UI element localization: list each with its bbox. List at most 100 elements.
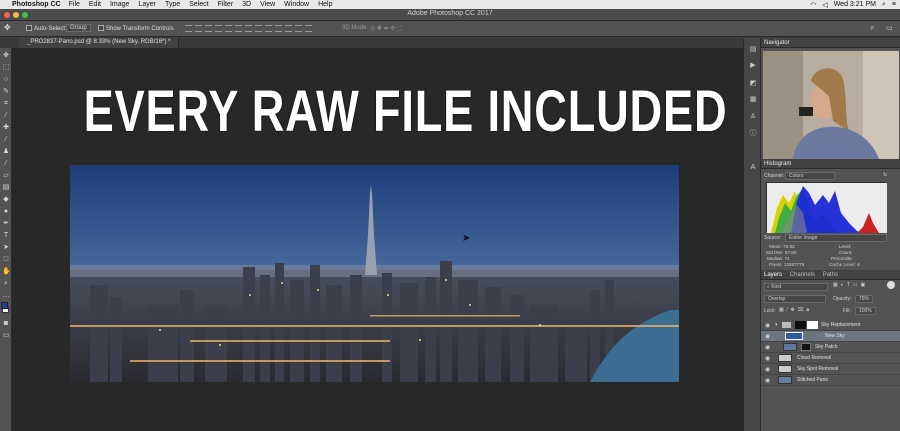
layer-filter-dropdown[interactable]: ⌕ Kind	[764, 283, 828, 291]
path-selection-tool-icon[interactable]: ➤	[2, 244, 10, 252]
layer-row[interactable]: ◉ Stitched Pano	[761, 375, 900, 386]
menu-filter[interactable]: Filter	[218, 1, 234, 8]
source-dropdown[interactable]: Entire Image	[785, 234, 887, 242]
more-tools-icon[interactable]: …	[2, 292, 10, 300]
align-right-icon[interactable]	[235, 25, 242, 32]
distribute-left-icon[interactable]	[275, 25, 282, 32]
clone-stamp-tool-icon[interactable]: ♟	[2, 148, 10, 156]
menu-window[interactable]: Window	[284, 1, 309, 8]
app-menu[interactable]: Photoshop CC	[12, 1, 61, 8]
menu-select[interactable]: Select	[189, 1, 208, 8]
eye-icon[interactable]: ◉	[765, 366, 770, 373]
menu-list-icon[interactable]: ≡	[892, 1, 896, 8]
refresh-icon[interactable]: ↻	[883, 172, 887, 178]
layer-row-selected[interactable]: ◉ New Sky	[761, 331, 900, 342]
info-icon[interactable]: ⓘ	[749, 130, 757, 138]
type-tool-icon[interactable]: T	[2, 232, 10, 240]
lasso-tool-icon[interactable]: ○	[2, 76, 10, 84]
search-icon[interactable]: ⌕	[870, 23, 874, 33]
eye-icon[interactable]: ◉	[765, 355, 770, 362]
layer-row[interactable]: ◉ Sky Patch	[761, 342, 900, 353]
3d-orbit-icons[interactable]: ◎ ✥ ⇹ ✣ ⬚	[370, 25, 403, 32]
eraser-tool-icon[interactable]: ▱	[2, 172, 10, 180]
align-top-icon[interactable]	[185, 25, 192, 32]
adjustments-icon[interactable]: ≚	[749, 114, 757, 122]
align-center-icon[interactable]	[225, 25, 232, 32]
menu-type[interactable]: Type	[165, 1, 180, 8]
screen-mode-icon[interactable]: ▭	[2, 332, 10, 340]
menu-layer[interactable]: Layer	[138, 1, 156, 8]
menu-view[interactable]: View	[260, 1, 275, 8]
tab-channels[interactable]: Channels	[790, 272, 815, 278]
crop-tool-icon[interactable]: ⌗	[2, 100, 10, 108]
history-brush-tool-icon[interactable]: ⁄	[2, 160, 10, 168]
blend-mode-dropdown[interactable]: Overlay	[764, 295, 826, 303]
layer-thumbnail[interactable]	[778, 365, 792, 373]
layer-filter-icons[interactable]: ▦◐T▭▣	[833, 282, 868, 288]
eyedropper-tool-icon[interactable]: ⁄	[2, 112, 10, 120]
channel-dropdown[interactable]: Colors	[785, 172, 835, 180]
eye-icon[interactable]: ◉	[765, 333, 770, 340]
fill-field[interactable]: 100%	[855, 307, 876, 315]
eye-icon[interactable]: ◉	[765, 344, 770, 351]
menu-3d[interactable]: 3D	[242, 1, 251, 8]
move-tool-icon[interactable]: ✥	[4, 23, 11, 32]
navigator-panel-title[interactable]: Navigator	[761, 38, 900, 48]
align-middle-icon[interactable]	[195, 25, 202, 32]
quick-select-tool-icon[interactable]: ✎	[2, 88, 10, 96]
transform-controls-checkbox[interactable]: Show Transform Controls	[98, 25, 174, 32]
properties-icon[interactable]: ▦	[749, 96, 757, 104]
auto-align-icon[interactable]	[305, 25, 312, 32]
align-left-icon[interactable]	[215, 25, 222, 32]
search-icon[interactable]: ⌕	[882, 1, 886, 9]
brush-tool-icon[interactable]: ⁄	[2, 136, 10, 144]
auto-select-dropdown[interactable]: Group	[66, 24, 91, 32]
menu-image[interactable]: Image	[110, 1, 129, 8]
workspace-icon[interactable]: ▭	[886, 24, 893, 32]
quick-mask-icon[interactable]: ◙	[2, 320, 10, 328]
move-tool-icon[interactable]: ✥	[2, 52, 10, 60]
distribute-right-icon[interactable]	[295, 25, 302, 32]
gradient-tool-icon[interactable]: ▤	[2, 184, 10, 192]
menu-help[interactable]: Help	[318, 1, 332, 8]
blur-tool-icon[interactable]: ◆	[2, 196, 10, 204]
volume-icon[interactable]: ◁	[822, 1, 827, 9]
auto-select-checkbox[interactable]: Auto-Select:	[26, 25, 67, 32]
history-icon[interactable]: ▤	[749, 46, 757, 54]
distribute-top-icon[interactable]	[245, 25, 252, 32]
zoom-tool-icon[interactable]: ⌕	[2, 280, 10, 288]
healing-brush-tool-icon[interactable]: ✚	[2, 124, 10, 132]
layer-row[interactable]: ◉ ▾ Sky Replacement	[761, 320, 900, 331]
distribute-middle-icon[interactable]	[255, 25, 262, 32]
layer-thumbnail[interactable]	[783, 343, 797, 351]
layer-row[interactable]: ◉ Sky Spot Removal	[761, 364, 900, 375]
layer-thumbnail[interactable]	[778, 354, 792, 362]
distribute-center-icon[interactable]	[285, 25, 292, 32]
layer-mask-thumbnail[interactable]	[807, 321, 818, 329]
foreground-color-swatch[interactable]	[1, 302, 8, 309]
layer-mask-thumbnail[interactable]	[801, 343, 811, 351]
tab-layers[interactable]: Layers	[764, 272, 782, 278]
distribute-bottom-icon[interactable]	[265, 25, 272, 32]
chevron-down-icon[interactable]: ▾	[775, 322, 778, 328]
menu-edit[interactable]: Edit	[89, 1, 101, 8]
marquee-tool-icon[interactable]: ⬚	[2, 64, 10, 72]
menu-file[interactable]: File	[69, 1, 80, 8]
pen-tool-icon[interactable]: ✒	[2, 220, 10, 228]
histogram-panel-title[interactable]: Histogram	[761, 159, 900, 169]
dodge-tool-icon[interactable]: ●	[2, 208, 10, 216]
rectangle-tool-icon[interactable]: □	[2, 256, 10, 264]
eye-icon[interactable]: ◉	[765, 322, 770, 329]
eye-icon[interactable]: ◉	[765, 377, 770, 384]
layer-thumbnail[interactable]	[785, 332, 803, 340]
layer-row[interactable]: ◉ Cloud Removal	[761, 353, 900, 364]
layer-mask-thumbnail[interactable]	[795, 321, 806, 329]
clock[interactable]: Wed 3:21 PM	[834, 1, 876, 8]
tab-paths[interactable]: Paths	[823, 272, 838, 278]
libraries-icon[interactable]: ◩	[749, 80, 757, 88]
align-bottom-icon[interactable]	[205, 25, 212, 32]
filter-toggle-icon[interactable]	[887, 281, 895, 289]
document-tab[interactable]: _PRO2837-Pano.psd @ 8.33% (New Sky, RGB/…	[19, 38, 180, 48]
character-icon[interactable]: A	[749, 164, 757, 172]
wifi-icon[interactable]: ◠	[810, 1, 816, 9]
